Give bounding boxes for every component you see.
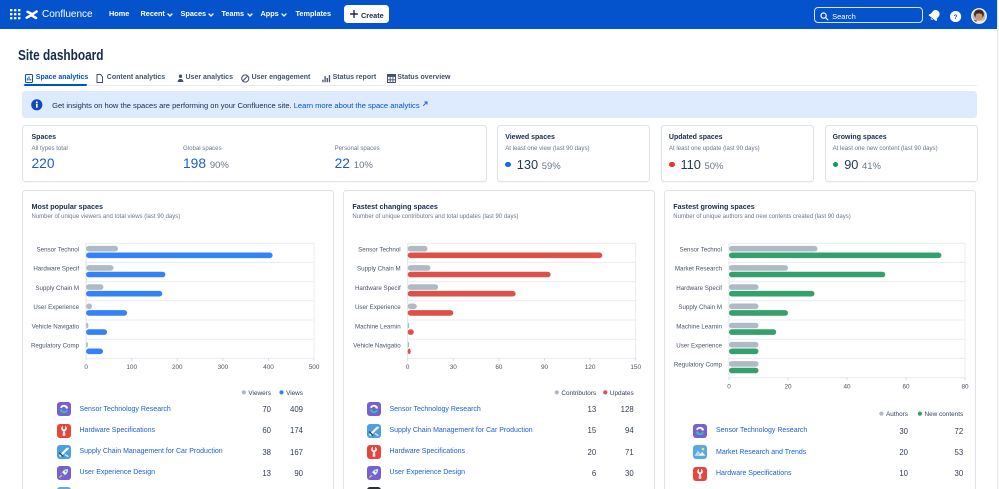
svg-text:Views: Views [286, 390, 303, 397]
svg-text:30: 30 [450, 364, 458, 371]
svg-text:60: 60 [902, 384, 910, 391]
svg-text:500: 500 [309, 364, 320, 371]
svg-text:Supply Chain M: Supply Chain M [35, 285, 79, 292]
svg-text:40: 40 [843, 384, 851, 391]
svg-text:User Experience: User Experience [355, 304, 401, 311]
svg-text:90: 90 [541, 364, 549, 371]
svg-text:Regulatory Comp: Regulatory Comp [31, 343, 80, 350]
svg-text:Machine Learnin: Machine Learnin [355, 323, 401, 330]
svg-text:Viewers: Viewers [248, 390, 271, 397]
svg-text:60: 60 [495, 364, 503, 371]
svg-text:150: 150 [630, 364, 641, 371]
svg-text:100: 100 [126, 364, 137, 371]
svg-text:Vehicle Navigatio: Vehicle Navigatio [353, 343, 401, 350]
svg-text:200: 200 [172, 364, 183, 371]
svg-text:20: 20 [784, 384, 792, 391]
svg-text:Contributors: Contributors [561, 390, 596, 397]
svg-text:Sensor Technol: Sensor Technol [679, 247, 722, 254]
svg-text:Hardware Specif: Hardware Specif [355, 285, 401, 292]
svg-text:User Experience: User Experience [676, 343, 722, 350]
svg-text:Hardware Specif: Hardware Specif [676, 285, 722, 292]
svg-text:Sensor Technol: Sensor Technol [37, 247, 80, 254]
svg-text:120: 120 [585, 364, 596, 371]
svg-text:Supply Chain M: Supply Chain M [678, 304, 722, 311]
svg-text:Market Research: Market Research [675, 266, 723, 273]
svg-text:400: 400 [263, 364, 274, 371]
svg-text:80: 80 [961, 384, 969, 391]
svg-text:Regulatory Comp: Regulatory Comp [674, 362, 723, 369]
svg-text:0: 0 [406, 364, 410, 371]
svg-text:New contents: New contents [924, 411, 963, 418]
svg-text:User Experience: User Experience [33, 304, 79, 311]
svg-text:Vehicle Navigatio: Vehicle Navigatio [32, 323, 80, 330]
svg-text:Machine Learnin: Machine Learnin [676, 323, 722, 330]
svg-text:Updates: Updates [610, 390, 634, 397]
svg-text:Supply Chain M: Supply Chain M [357, 266, 401, 273]
svg-text:Sensor Technol: Sensor Technol [358, 247, 401, 254]
svg-text:300: 300 [218, 364, 229, 371]
svg-text:Authors: Authors [886, 411, 908, 418]
svg-text:0: 0 [727, 384, 731, 391]
svg-text:0: 0 [84, 364, 88, 371]
svg-text:Hardware Specif: Hardware Specif [33, 266, 79, 273]
